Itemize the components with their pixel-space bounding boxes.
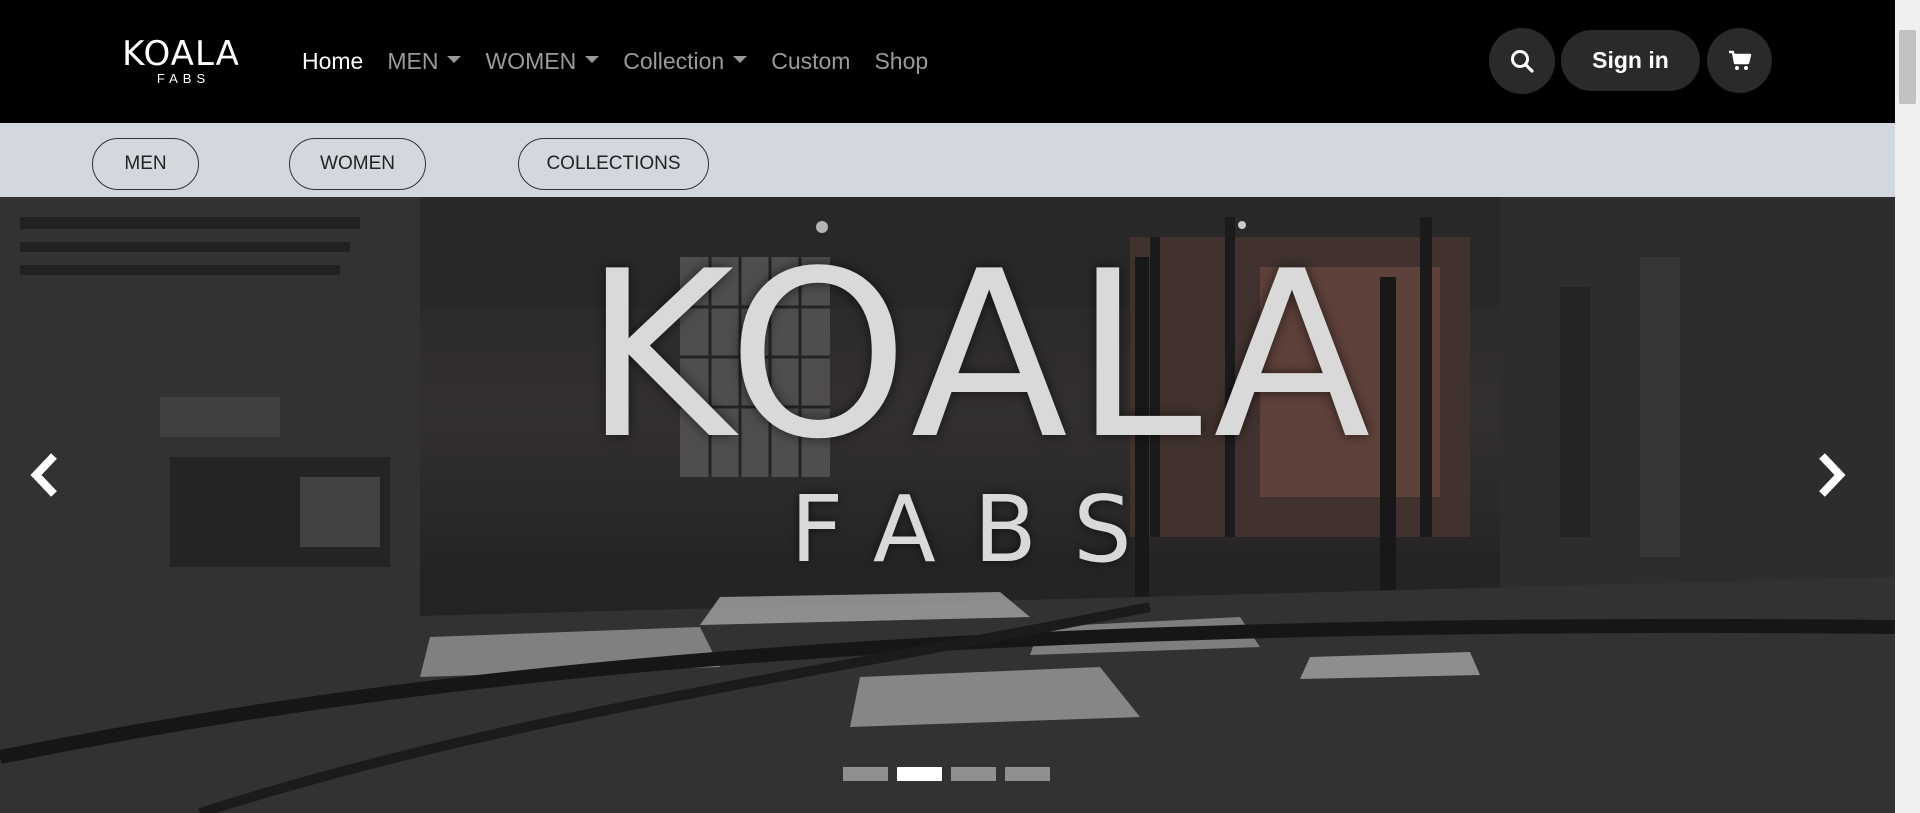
nav-item-women[interactable]: WOMEN (485, 47, 600, 75)
hero-title: KOALA (583, 223, 1377, 490)
cart-icon (1728, 50, 1751, 70)
sign-in-button[interactable]: Sign in (1561, 30, 1700, 91)
brand-logo-sub: FABS (156, 71, 211, 86)
nav-item-men[interactable]: MEN (387, 47, 462, 75)
nav-item-label: Home (302, 47, 364, 74)
nav-item-label: MEN (387, 47, 439, 74)
nav-item-home[interactable]: Home (302, 48, 363, 75)
search-icon (1511, 50, 1534, 73)
category-men-label: MEN (124, 153, 167, 174)
caret-down-icon (733, 55, 748, 63)
nav-links: Home MEN WOMEN Collection Custom Shop (302, 44, 952, 78)
page: KOALA FABS Home MEN WOMEN Collection Cus… (0, 0, 1920, 813)
caret-down-icon (447, 55, 462, 63)
brand-logo[interactable]: KOALA FABS (120, 36, 242, 86)
carousel-indicator-3[interactable] (951, 767, 996, 781)
chevron-right-icon (1819, 453, 1846, 497)
cart-button[interactable] (1707, 28, 1772, 93)
carousel-indicators (843, 767, 1050, 781)
nav-item-custom[interactable]: Custom (771, 48, 850, 75)
nav-item-collection[interactable]: Collection (623, 47, 748, 75)
vertical-scrollbar[interactable] (1895, 0, 1920, 813)
category-collections-button[interactable]: COLLECTIONS (518, 138, 709, 190)
hero-carousel: KOALA FABS (0, 197, 1895, 813)
hero-subtitle: FABS (790, 476, 1170, 583)
nav-item-label: Collection (623, 47, 725, 74)
page-content: KOALA FABS Home MEN WOMEN Collection Cus… (0, 0, 1895, 813)
category-women-button[interactable]: WOMEN (289, 138, 426, 190)
nav-item-shop[interactable]: Shop (874, 48, 928, 75)
nav-item-label: Shop (874, 47, 929, 74)
search-button[interactable] (1489, 28, 1555, 94)
category-bar: MEN WOMEN COLLECTIONS (0, 123, 1895, 197)
category-collections-label: COLLECTIONS (546, 153, 681, 174)
carousel-indicator-4[interactable] (1005, 767, 1050, 781)
carousel-indicator-2[interactable] (897, 767, 942, 781)
carousel-next-button[interactable] (1816, 452, 1866, 512)
carousel-indicator-1[interactable] (843, 767, 888, 781)
top-navbar: KOALA FABS Home MEN WOMEN Collection Cus… (0, 0, 1895, 123)
category-women-label: WOMEN (320, 153, 395, 174)
carousel-prev-button[interactable] (28, 452, 78, 512)
sign-in-label: Sign in (1592, 47, 1669, 73)
category-men-button[interactable]: MEN (92, 138, 199, 190)
nav-item-label: WOMEN (485, 47, 577, 74)
brand-logo-main: KOALA (122, 34, 240, 74)
nav-item-label: Custom (771, 47, 851, 74)
scrollbar-thumb[interactable] (1899, 30, 1916, 104)
chevron-left-icon (30, 453, 57, 497)
caret-down-icon (585, 55, 600, 63)
